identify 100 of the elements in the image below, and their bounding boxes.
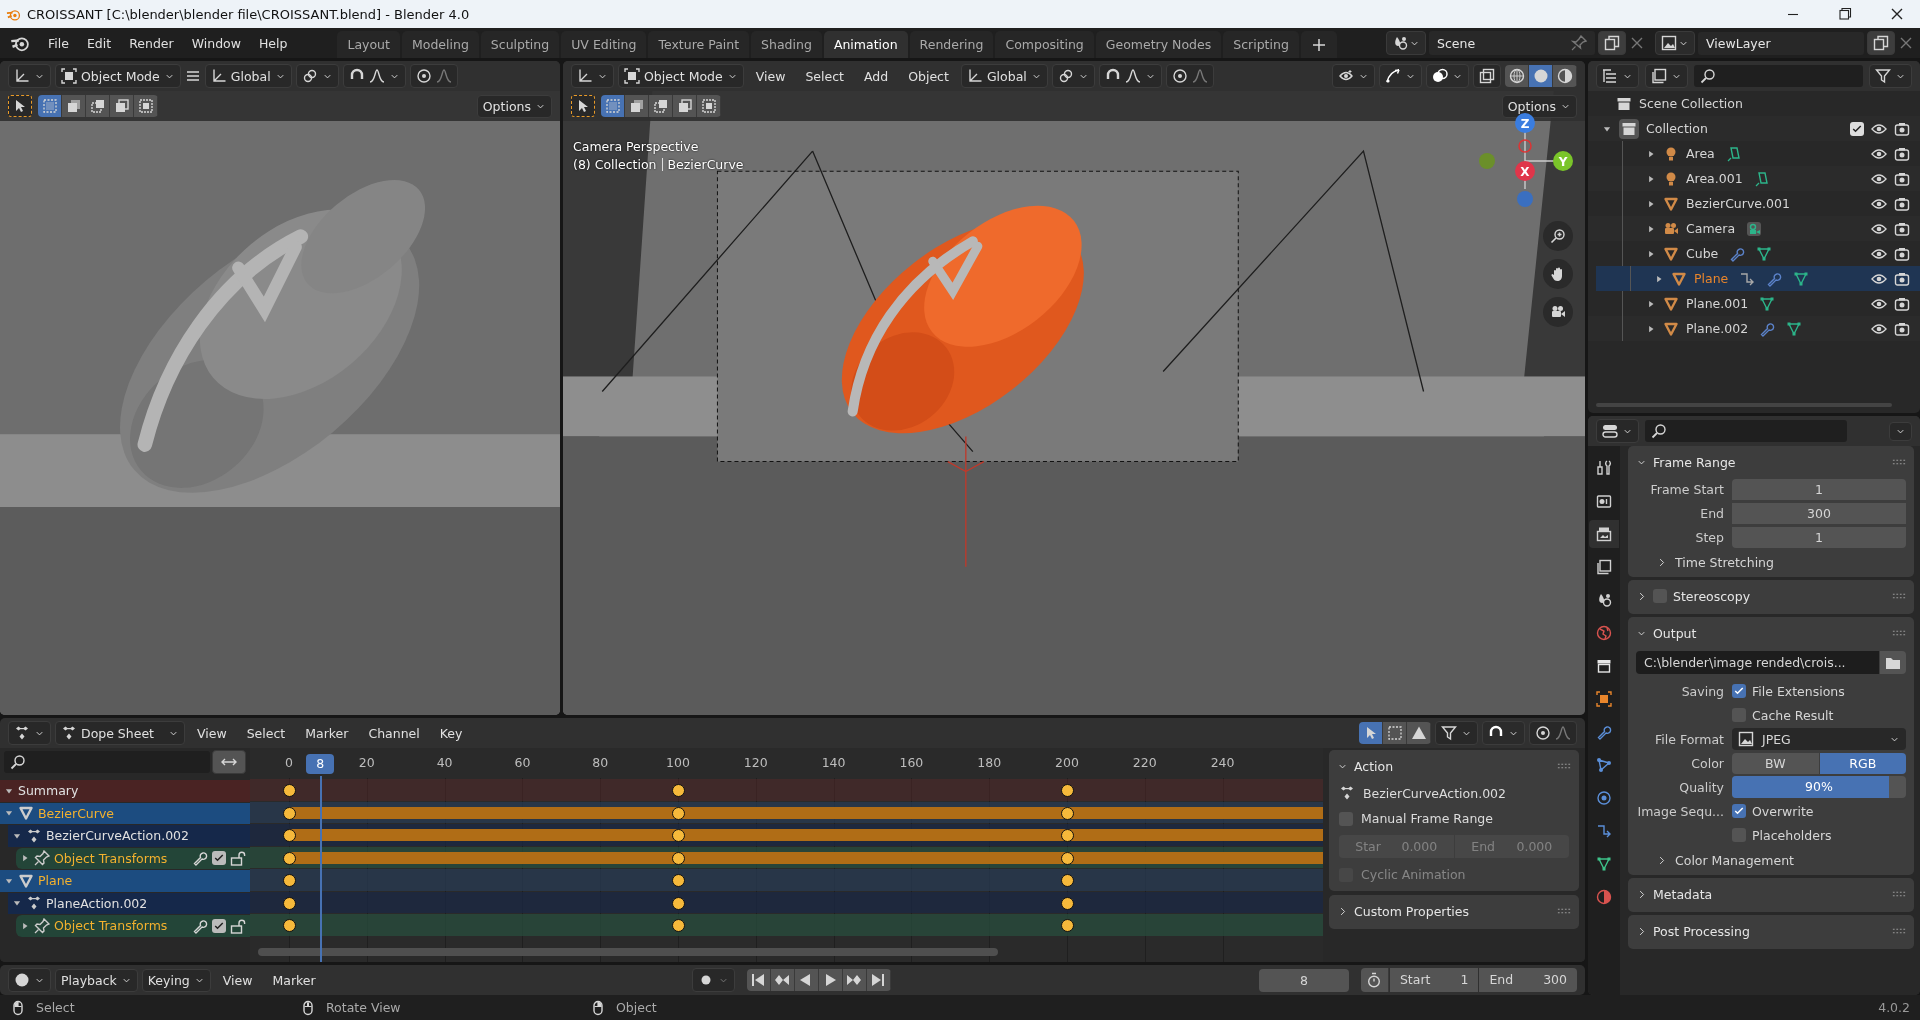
menu-item[interactable]: Add	[856, 64, 897, 88]
channel-row[interactable]: Object Transforms	[16, 915, 250, 937]
workspace-tab[interactable]: Scripting	[1223, 31, 1299, 58]
scene-collection-label[interactable]: Scene Collection	[1639, 96, 1743, 111]
panel-title[interactable]: Action	[1354, 758, 1394, 774]
outliner-item[interactable]: Cube	[1588, 241, 1920, 266]
workspace-tab[interactable]: Texture Paint	[648, 31, 750, 58]
channel-row[interactable]: BezierCurve	[0, 802, 250, 824]
checkbox-label[interactable]: Placeholders	[1752, 827, 1832, 843]
mode-dropdown[interactable]: Object Mode	[55, 64, 181, 88]
object-name[interactable]: Area	[1686, 146, 1715, 161]
menu-item[interactable]: Select	[797, 64, 852, 88]
mode-dropdown[interactable]: Dope Sheet	[55, 721, 185, 745]
outliner-item[interactable]: BezierCurve.001	[1588, 191, 1920, 216]
collection-name[interactable]: Collection	[1646, 121, 1708, 136]
menu-item[interactable]: Object	[900, 64, 957, 88]
channel-name: BezierCurveAction.002	[46, 828, 189, 844]
outliner-item[interactable]: Plane	[1596, 266, 1920, 291]
menu-item[interactable]: Marker	[297, 721, 357, 745]
field-label: Step	[1695, 529, 1724, 545]
workspace-tab[interactable]: Sculpting	[480, 31, 560, 58]
panel-title[interactable]: Frame Range	[1653, 454, 1736, 470]
outliner-item[interactable]: Plane.001	[1588, 291, 1920, 316]
version-label: 4.0.2	[1878, 1000, 1910, 1015]
action-name[interactable]: BezierCurveAction.002	[1363, 785, 1506, 801]
menu-item[interactable]: Channel	[360, 721, 428, 745]
menu-item[interactable]: View	[189, 721, 235, 745]
object-name[interactable]: Cube	[1686, 246, 1719, 261]
end-frame-field[interactable]: End 300	[1479, 968, 1577, 992]
channel-row[interactable]: PlaneAction.002	[8, 892, 250, 914]
checkbox-label[interactable]: Overwrite	[1752, 803, 1814, 819]
options-dropdown[interactable]: Options	[476, 94, 552, 118]
toggle-option[interactable]: RGB	[1819, 752, 1906, 774]
menu-item[interactable]: Marker	[264, 968, 324, 992]
field-label: Saving	[1681, 683, 1724, 699]
view-layer-field[interactable]: ViewLayer	[1698, 31, 1864, 55]
workspace-tab[interactable]: Shading	[751, 31, 822, 58]
channel-name: Plane	[38, 873, 73, 889]
menu-item[interactable]: View	[214, 968, 261, 992]
checkbox-label[interactable]: Cache Result	[1752, 707, 1834, 723]
menu-dropdown[interactable]: Keying	[141, 968, 211, 992]
toggle-option[interactable]: BW	[1732, 752, 1819, 774]
scene-field[interactable]: Scene	[1429, 31, 1595, 55]
workspace-tab[interactable]: UV Editing	[561, 31, 647, 58]
panel-title[interactable]: Custom Properties	[1354, 903, 1470, 919]
channel-row[interactable]: Summary	[0, 780, 250, 802]
menu-item[interactable]: Edit	[78, 31, 120, 55]
active-object-label: BezierCurve	[667, 157, 744, 172]
menu-item[interactable]: Select	[238, 721, 294, 745]
mode-dropdown[interactable]: Object Mode	[618, 64, 744, 88]
channel-name: Object Transforms	[54, 850, 168, 866]
number-field[interactable]: 1	[1732, 526, 1906, 548]
panel-title[interactable]: Post Processing	[1653, 923, 1750, 939]
field-label: Quality	[1679, 779, 1724, 795]
current-frame-field[interactable]: 8	[1258, 968, 1349, 992]
outliner-item[interactable]: Area	[1588, 141, 1920, 166]
file-format-dropdown[interactable]: JPEG	[1732, 728, 1906, 750]
object-name[interactable]: Plane.002	[1686, 321, 1749, 336]
object-name[interactable]: Area.001	[1686, 171, 1743, 186]
number-field[interactable]: 300	[1732, 502, 1906, 524]
subpanel-title[interactable]: Color Management	[1675, 853, 1794, 868]
panel-title[interactable]: Stereoscopy	[1673, 588, 1751, 604]
options-dropdown[interactable]: Options	[1501, 94, 1577, 118]
workspace-tab[interactable]: Compositing	[995, 31, 1094, 58]
frame-number: 80	[592, 755, 609, 770]
checkbox-label[interactable]: File Extensions	[1752, 683, 1845, 699]
checkbox-label[interactable]: Manual Frame Range	[1361, 811, 1493, 826]
quality-slider[interactable]: 90%	[1732, 776, 1906, 798]
object-name[interactable]: Plane	[1694, 271, 1729, 286]
channel-row[interactable]: Object Transforms	[16, 847, 250, 869]
object-name[interactable]: Plane.001	[1686, 296, 1749, 311]
frame-number: 0	[285, 755, 293, 770]
menu-item[interactable]: Key	[431, 721, 471, 745]
menu-item[interactable]: Help	[250, 31, 296, 55]
menu-item[interactable]: Render	[121, 31, 182, 55]
panel-title[interactable]: Output	[1653, 625, 1697, 641]
menu-item[interactable]: View	[747, 64, 794, 88]
orientation-dropdown[interactable]: Global	[204, 64, 292, 88]
start-frame-field[interactable]: Start 1	[1389, 968, 1479, 992]
channel-row[interactable]: Plane	[0, 870, 250, 892]
workspace-tab[interactable]: Layout	[337, 31, 400, 58]
frame-number: 140	[821, 755, 846, 770]
frame-number: 240	[1210, 755, 1235, 770]
channel-row[interactable]: BezierCurveAction.002	[8, 825, 250, 847]
object-name[interactable]: BezierCurve.001	[1686, 196, 1790, 211]
workspace-tab[interactable]: Rendering	[909, 31, 994, 58]
menu-item[interactable]: Window	[183, 31, 249, 55]
panel-title[interactable]: Metadata	[1653, 886, 1713, 902]
view-name: Camera Perspective	[573, 139, 700, 154]
workspace-tab[interactable]: Geometry Nodes	[1095, 31, 1222, 58]
workspace-tab[interactable]: Animation	[823, 31, 908, 58]
orientation-dropdown[interactable]: Global	[960, 64, 1048, 88]
subpanel-title[interactable]: Time Stretching	[1675, 555, 1774, 570]
number-field[interactable]: 1	[1732, 478, 1906, 500]
output-path-field[interactable]: C:\blender\image rended\crois...	[1636, 651, 1879, 674]
workspace-tab[interactable]: Modeling	[401, 31, 479, 58]
menu-dropdown[interactable]: Playback	[55, 968, 138, 992]
menu-item[interactable]: File	[40, 31, 77, 55]
current-frame-indicator[interactable]: 8	[306, 754, 335, 774]
object-name[interactable]: Camera	[1686, 221, 1736, 236]
